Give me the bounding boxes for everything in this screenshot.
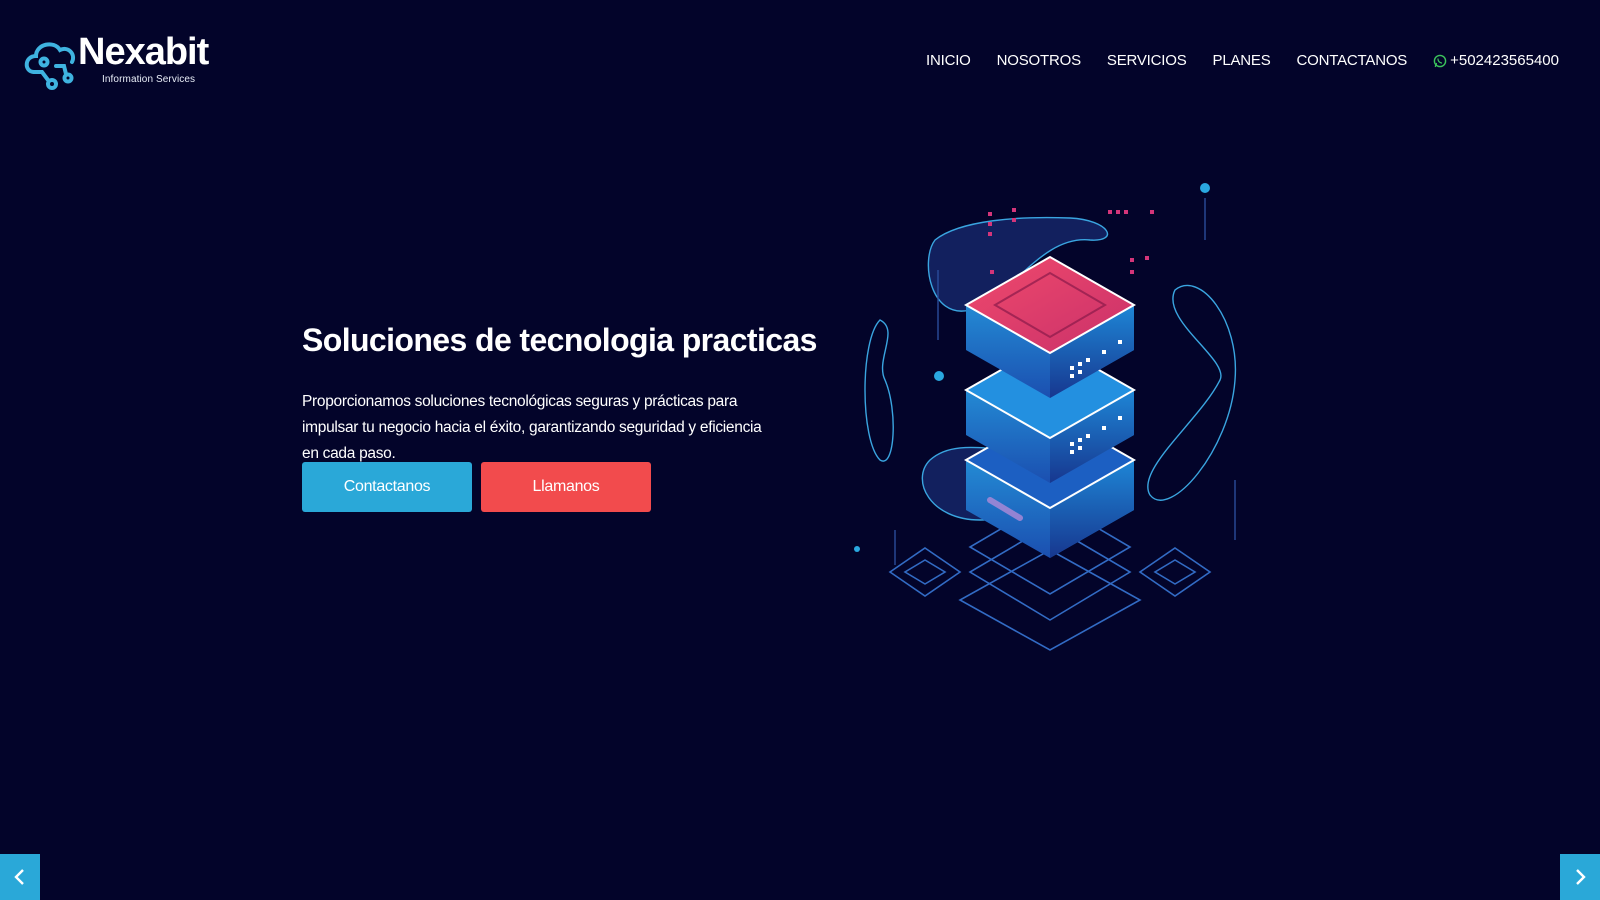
nav-item-servicios[interactable]: SERVICIOS — [1107, 52, 1187, 69]
call-button[interactable]: Llamanos — [481, 462, 651, 512]
phone-link[interactable]: +502423565400 — [1433, 52, 1559, 69]
prev-slide-button[interactable] — [0, 854, 40, 900]
brand-tagline: Information Services — [102, 74, 196, 85]
chevron-right-icon — [1576, 869, 1586, 885]
main-nav: INICIO NOSOTROS SERVICIOS PLANES CONTACT… — [926, 52, 1559, 69]
nav-item-nosotros[interactable]: NOSOTROS — [997, 52, 1081, 69]
whatsapp-icon — [1433, 54, 1447, 67]
nav-item-contactanos[interactable]: CONTACTANOS — [1297, 52, 1408, 69]
chevron-left-icon — [14, 869, 24, 885]
next-slide-button[interactable] — [1560, 854, 1600, 900]
contact-button[interactable]: Contactanos — [302, 462, 472, 512]
nav-item-planes[interactable]: PLANES — [1213, 52, 1271, 69]
page: Nexabit Information Services INICIO NOSO… — [0, 0, 1600, 900]
server-stack-illustration — [854, 183, 1237, 651]
phone-number: +502423565400 — [1450, 52, 1559, 69]
hero-title: Soluciones de tecnologia practicas — [302, 322, 817, 358]
brand-name[interactable]: Nexabit — [78, 33, 209, 71]
hero-description: Proporcionamos soluciones tecnológicas s… — [302, 393, 762, 462]
nav-item-inicio[interactable]: INICIO — [926, 52, 971, 69]
